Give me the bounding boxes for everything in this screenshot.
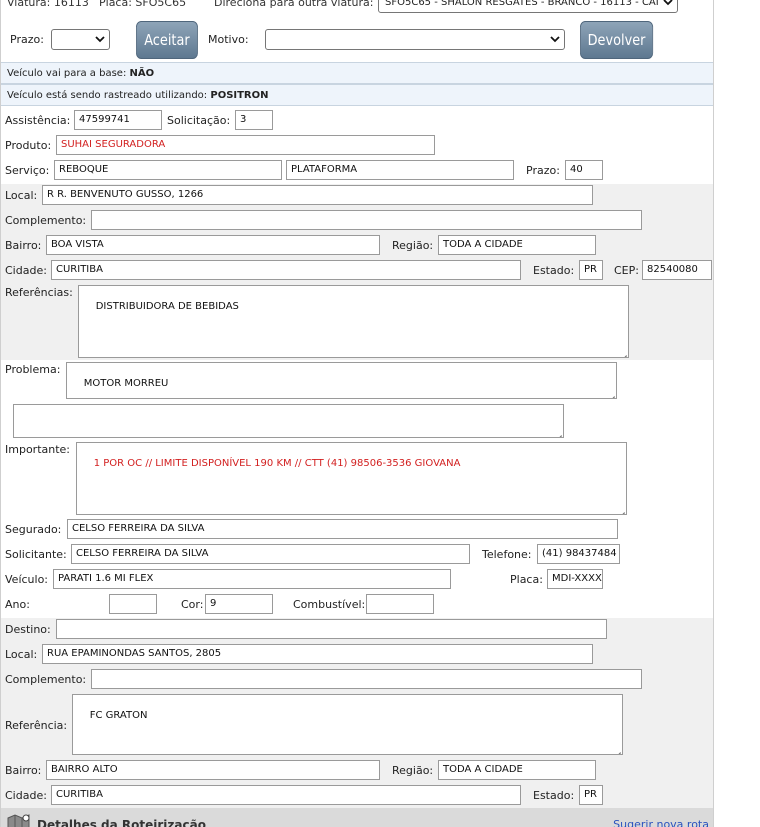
accept-button[interactable]: Aceitar	[136, 21, 198, 59]
top-prazo-label: Prazo:	[10, 33, 44, 46]
destino-local-field[interactable]: RUA EPAMINONDAS SANTOS, 2805	[42, 644, 593, 664]
bairro-field[interactable]: BOA VISTA	[46, 235, 380, 255]
resize-grip-icon[interactable]	[619, 348, 627, 356]
referencias-text: DISTRIBUIDORA DE BEBIDAS	[95, 301, 239, 312]
segurado-field[interactable]: CELSO FERREIRA DA SILVA	[67, 519, 618, 539]
routing-details-title: Detalhes da Roteirização	[37, 818, 206, 827]
assistencia-label: Assistência:	[5, 114, 71, 127]
destino-bairro-field[interactable]: BAIRRO ALTO	[46, 760, 380, 780]
destino-local-label: Local:	[5, 648, 38, 661]
bairro-label: Bairro:	[5, 239, 42, 252]
problema-textarea[interactable]: MOTOR MORREU	[66, 362, 617, 399]
local-field[interactable]: R R. BENVENUTO GUSSO, 1266	[42, 185, 593, 205]
top-placa-label: Placa: SFO5C65	[99, 0, 187, 9]
base-info-bar: Veículo vai para a base: NÃO	[1, 62, 713, 84]
direciona-select-value: SFO5C65 - SHALON RESGATES - BRANCO - 161…	[385, 0, 659, 8]
direciona-select[interactable]: SFO5C65 - SHALON RESGATES - BRANCO - 161…	[378, 0, 678, 13]
referencias-label: Referências:	[5, 286, 73, 299]
destino-cidade-label: Cidade:	[5, 789, 47, 802]
servico-type-field[interactable]: PLATAFORMA	[286, 160, 514, 180]
tracking-info-label: Veículo está sendo rastreado utilizando:	[7, 90, 208, 101]
tracking-info-value: POSITRON	[210, 90, 269, 101]
tracking-info-bar: Veículo está sendo rastreado utilizando:…	[1, 84, 713, 106]
telefone-field[interactable]: (41) 98437484	[537, 544, 620, 564]
base-info-label: Veículo vai para a base:	[7, 68, 127, 79]
problema-label: Problema:	[5, 363, 61, 376]
placa-label: Placa:	[510, 573, 543, 586]
dispatch-page: Viatura: 16113 Placa: SFO5C65 Direciona …	[0, 0, 714, 827]
veiculo-label: Veículo:	[5, 573, 49, 586]
destino-referencia-textarea[interactable]: FC GRATON	[72, 694, 623, 755]
routing-details-header: Detalhes da Roteirização Sugerir nova ro…	[1, 808, 713, 827]
destino-regiao-label: Região:	[392, 764, 434, 777]
combustivel-label: Combustível:	[293, 598, 366, 611]
destino-estado-field[interactable]: PR	[579, 785, 603, 805]
placa-field[interactable]: MDI-XXXX	[547, 569, 603, 589]
cidade-field[interactable]: CURITIBA	[51, 260, 521, 280]
cor-field[interactable]: 9	[205, 594, 273, 614]
solicitacao-label: Solicitação:	[167, 114, 231, 127]
servico-label: Serviço:	[5, 164, 50, 177]
destino-referencia-text: FC GRATON	[89, 710, 148, 721]
destino-estado-label: Estado:	[533, 789, 575, 802]
importante-label: Importante:	[5, 443, 71, 456]
return-button[interactable]: Devolver	[580, 21, 654, 59]
cep-label: CEP:	[614, 264, 639, 277]
map-route-icon	[7, 814, 30, 827]
solicitante-label: Solicitante:	[5, 548, 67, 561]
destino-referencia-label: Referência:	[5, 719, 68, 732]
motivo-select[interactable]	[265, 29, 565, 50]
prazo-field[interactable]: 40	[565, 160, 603, 180]
resize-grip-icon[interactable]	[554, 428, 562, 436]
ano-label: Ano:	[5, 598, 30, 611]
ano-field[interactable]	[109, 594, 157, 614]
direciona-label: Direciona para outra viatura:	[214, 0, 374, 9]
destino-label: Destino:	[5, 623, 51, 636]
destino-bairro-label: Bairro:	[5, 764, 42, 777]
telefone-label: Telefone:	[482, 548, 532, 561]
destino-complemento-label: Complemento:	[5, 673, 87, 686]
suggest-route-link[interactable]: Sugerir nova rota	[613, 818, 709, 827]
local-label: Local:	[5, 189, 38, 202]
chevron-down-icon	[663, 0, 673, 6]
veiculo-field[interactable]: PARATI 1.6 MI FLEX	[53, 569, 451, 589]
estado-field[interactable]: PR	[579, 260, 603, 280]
chevron-down-icon	[95, 36, 105, 43]
destino-field[interactable]	[56, 619, 607, 639]
extra-notes-textarea[interactable]	[13, 404, 564, 438]
destino-regiao-field[interactable]: TODA A CIDADE	[438, 760, 596, 780]
resize-grip-icon[interactable]	[613, 745, 621, 753]
solicitacao-field[interactable]: 3	[235, 110, 273, 130]
assistencia-field[interactable]: 47599741	[74, 110, 162, 130]
importante-textarea[interactable]: 1 POR OC // LIMITE DISPONÍVEL 190 KM // …	[76, 442, 627, 515]
segurado-label: Segurado:	[5, 523, 62, 536]
solicitante-field[interactable]: CELSO FERREIRA DA SILVA	[71, 544, 470, 564]
cor-label: Cor:	[181, 598, 204, 611]
base-info-value: NÃO	[129, 68, 155, 79]
cidade-label: Cidade:	[5, 264, 47, 277]
regiao-label: Região:	[392, 239, 434, 252]
importante-text: 1 POR OC // LIMITE DISPONÍVEL 190 KM // …	[93, 458, 461, 469]
regiao-field[interactable]: TODA A CIDADE	[438, 235, 596, 255]
referencias-textarea[interactable]: DISTRIBUIDORA DE BEBIDAS	[78, 285, 629, 358]
viatura-label: Viatura: 16113	[7, 0, 89, 9]
servico-field[interactable]: REBOQUE	[54, 160, 282, 180]
destino-cidade-field[interactable]: CURITIBA	[51, 785, 521, 805]
prazo-label: Prazo:	[526, 164, 560, 177]
chevron-down-icon	[550, 36, 560, 43]
top-prazo-select[interactable]	[51, 29, 110, 50]
resize-grip-icon[interactable]	[607, 389, 615, 397]
estado-label: Estado:	[533, 264, 575, 277]
complemento-label: Complemento:	[5, 214, 87, 227]
motivo-label: Motivo:	[208, 33, 249, 46]
combustivel-field[interactable]	[366, 594, 434, 614]
resize-grip-icon[interactable]	[617, 505, 625, 513]
destino-complemento-field[interactable]	[91, 669, 642, 689]
cep-field[interactable]: 82540080	[642, 260, 712, 280]
produto-label: Produto:	[5, 139, 52, 152]
produto-field[interactable]: SUHAI SEGURADORA	[56, 135, 435, 155]
complemento-field[interactable]	[91, 210, 642, 230]
problema-text: MOTOR MORREU	[83, 378, 169, 389]
